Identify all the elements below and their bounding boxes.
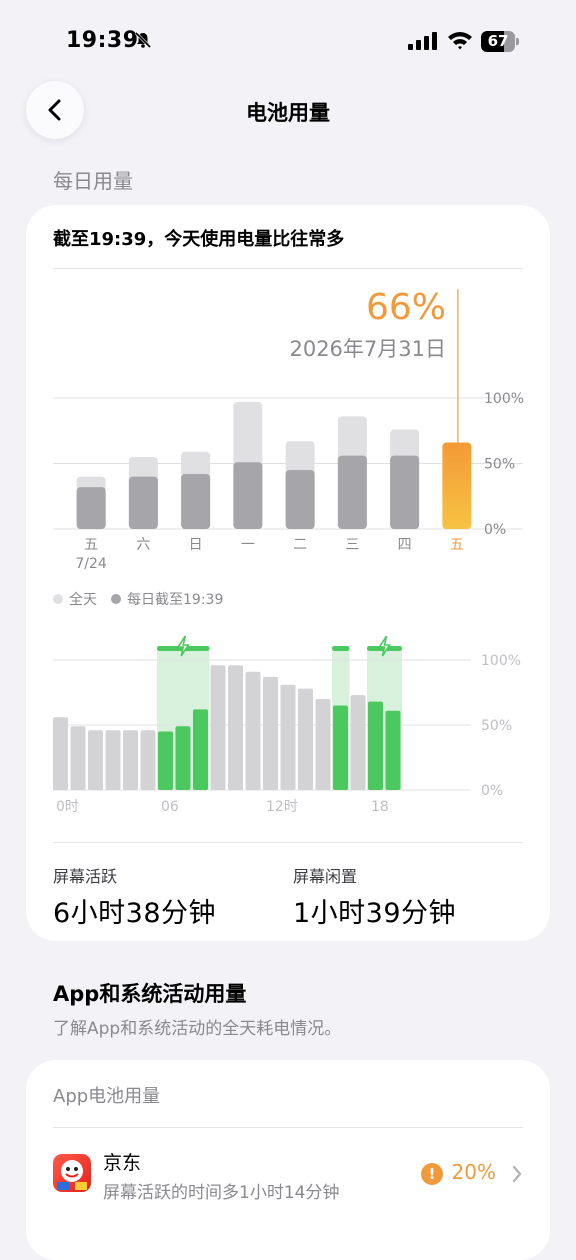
bar-level	[350, 695, 366, 790]
bar-charging	[158, 731, 173, 790]
y-tick-label: 50%	[481, 718, 512, 734]
stat-screen-idle: 屏幕闲置 1小时39分钟	[293, 863, 456, 930]
app-desc: 屏幕活跃的时间多1小时14分钟	[103, 1183, 340, 1203]
bar-level	[210, 665, 226, 790]
battery-level: 67	[487, 32, 509, 50]
y-tick-label: 100%	[481, 653, 521, 669]
bar-charging	[368, 701, 383, 790]
app-usage-card: App电池用量 京东 屏幕活跃的时间多1小时14分钟 ! 20%	[26, 1060, 550, 1260]
bar-level	[298, 688, 313, 790]
daily-usage-card: 截至19:39，今天使用电量比往常多 66% 2026年7月31日 0% 50% 1…	[26, 205, 550, 941]
jd-app-icon	[53, 1154, 91, 1192]
apps-section-title: App和系统活动用量	[53, 982, 247, 1006]
battery-icon: 67	[481, 31, 519, 52]
divider	[53, 842, 523, 843]
bar-level	[53, 717, 68, 790]
app-row-jd[interactable]: 京东 屏幕活跃的时间多1小时14分钟 ! 20%	[53, 1140, 523, 1210]
x-tick-label: 18	[371, 799, 389, 815]
chevron-right-icon	[512, 1165, 522, 1183]
bar-level	[263, 676, 278, 790]
app-usage-title: App电池用量	[53, 1086, 161, 1107]
cellular-signal-icon	[408, 32, 438, 54]
y-tick-label: 0%	[481, 783, 503, 799]
bar-level	[105, 730, 121, 790]
bar-level	[70, 726, 86, 790]
x-tick-label: 06	[161, 799, 179, 815]
stat-label: 屏幕闲置	[293, 867, 358, 886]
bar-level	[123, 730, 138, 790]
section-daily-label: 每日用量	[53, 169, 133, 193]
app-percent: 20%	[451, 1160, 496, 1184]
bar-charging	[385, 710, 401, 790]
stat-value: 6小时38分钟	[53, 898, 217, 929]
status-time: 19:39	[66, 28, 139, 53]
app-name: 京东	[103, 1152, 142, 1174]
stat-screen-active: 屏幕活跃 6小时38分钟	[53, 863, 216, 930]
bar-level	[280, 684, 296, 790]
bar-level	[228, 665, 243, 790]
hourly-battery-chart[interactable]: 0% 50% 100% 0时 06 12时 18	[26, 205, 550, 825]
bar-level	[315, 699, 331, 790]
charging-indicator	[332, 646, 350, 651]
bell-slash-icon	[134, 31, 152, 53]
bar-level	[245, 671, 261, 790]
x-tick-label: 12时	[266, 799, 298, 815]
bar-level	[88, 730, 103, 790]
page-title: 电池用量	[246, 101, 330, 125]
wifi-icon	[447, 30, 473, 54]
apps-section-subtitle: 了解App和系统活动的全天耗电情况。	[53, 1019, 342, 1039]
x-tick-label: 0时	[56, 799, 79, 815]
warning-icon: !	[421, 1163, 443, 1185]
status-bar: 19:39 67	[0, 0, 576, 80]
bar-charging	[333, 705, 348, 790]
bar-level	[140, 730, 156, 790]
bar-charging	[193, 709, 208, 790]
stat-value: 1小时39分钟	[293, 898, 457, 929]
stat-label: 屏幕活跃	[53, 867, 118, 886]
bar-charging	[175, 726, 191, 790]
divider	[53, 1127, 523, 1128]
